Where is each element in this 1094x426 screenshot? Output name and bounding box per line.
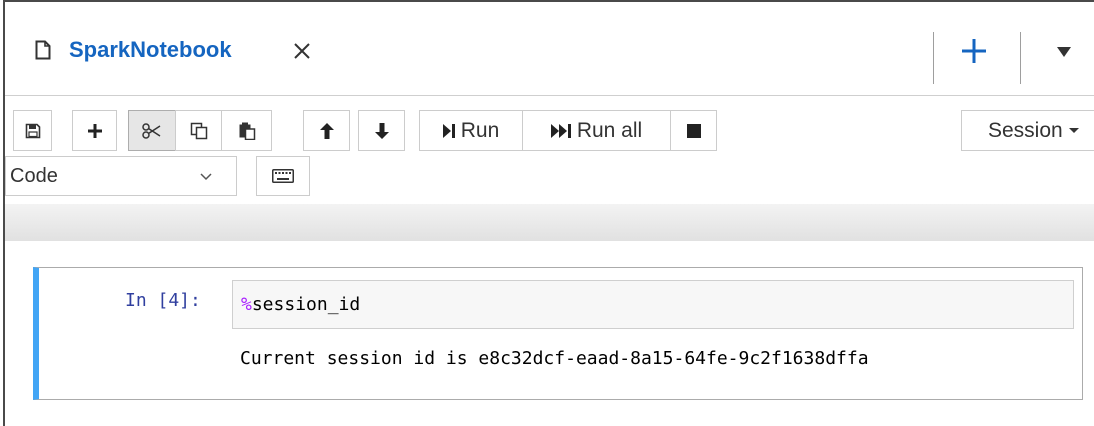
chevron-down-icon [200, 173, 212, 181]
fast-forward-icon [550, 123, 571, 138]
step-forward-icon [442, 123, 455, 138]
run-all-label: Run all [576, 118, 643, 142]
cut-button[interactable] [128, 110, 176, 151]
scissors-icon [142, 122, 161, 139]
keyboard-shortcuts-button[interactable] [256, 156, 310, 196]
plus-icon[interactable] [959, 36, 989, 66]
code-cell[interactable]: In [4]: % session_id Current session id i… [33, 267, 1083, 400]
tab-bar: SparkNotebook [5, 2, 1094, 96]
document-icon [35, 40, 51, 60]
code-editor[interactable]: % session_id [232, 280, 1074, 329]
caret-down-icon [1068, 128, 1079, 133]
close-icon[interactable] [293, 42, 311, 60]
copy-button[interactable] [175, 110, 222, 151]
paste-button[interactable] [221, 110, 272, 151]
tab-separator [933, 32, 934, 84]
paste-icon [239, 122, 255, 140]
move-down-button[interactable] [358, 110, 405, 151]
stop-icon [686, 123, 701, 138]
save-button[interactable] [13, 110, 52, 151]
arrow-up-icon [319, 122, 334, 139]
tab-separator [1020, 32, 1021, 84]
session-dropdown[interactable]: Session [961, 110, 1094, 151]
input-prompt: In [4]: [125, 290, 201, 311]
stop-button[interactable] [670, 110, 717, 151]
arrow-down-icon [374, 122, 389, 139]
notebook-window: SparkNotebook Run Run all Session Code I… [3, 0, 1094, 426]
magic-command: session_id [251, 294, 361, 315]
run-label: Run [460, 118, 500, 142]
magic-prefix: % [241, 294, 252, 315]
keyboard-icon [272, 169, 294, 183]
run-all-button[interactable]: Run all [522, 110, 671, 151]
move-up-button[interactable] [303, 110, 350, 151]
plus-icon [87, 123, 102, 138]
cell-type-select[interactable]: Code [5, 156, 237, 196]
tab-title[interactable]: SparkNotebook [69, 37, 232, 63]
save-icon [25, 123, 40, 138]
insert-cell-button[interactable] [72, 110, 117, 151]
session-label: Session [988, 118, 1063, 142]
copy-icon [190, 122, 207, 139]
run-button[interactable]: Run [419, 110, 523, 151]
cell-output: Current session id is e8c32dcf-eaad-8a15… [240, 348, 869, 369]
header-divider [5, 204, 1094, 241]
caret-down-icon[interactable] [1057, 47, 1071, 57]
cell-type-value: Code [10, 164, 58, 187]
